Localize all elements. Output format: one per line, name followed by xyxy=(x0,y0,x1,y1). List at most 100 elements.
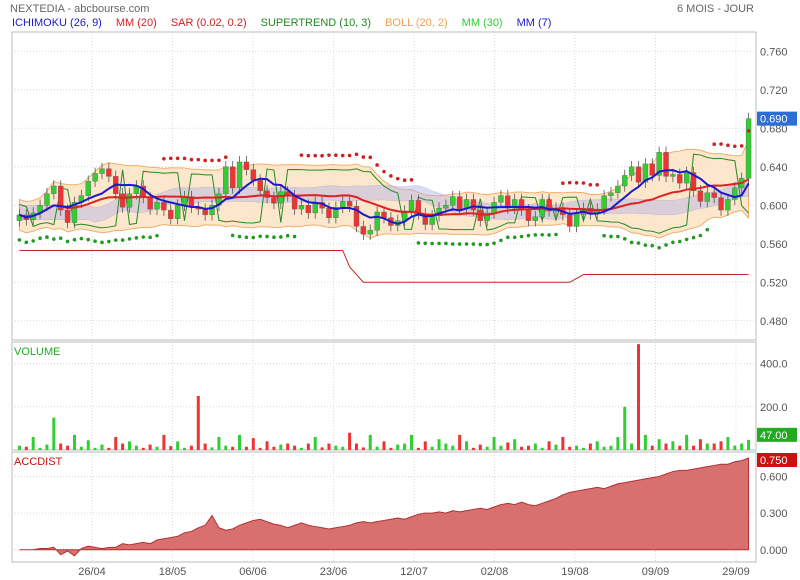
candle-body xyxy=(257,180,263,192)
sar-dot xyxy=(691,235,696,240)
volume-bar xyxy=(52,417,56,450)
sar-dot xyxy=(677,239,682,244)
sar-dot xyxy=(389,174,393,178)
sar-dot xyxy=(244,235,249,240)
volume-bar xyxy=(121,443,125,450)
candle-body xyxy=(450,196,456,206)
sar-dot xyxy=(506,235,510,240)
volume-bar xyxy=(93,447,97,450)
volume-bar xyxy=(630,443,634,450)
sar-dot xyxy=(423,241,428,246)
volume-bar xyxy=(719,441,723,450)
candle-body xyxy=(649,163,655,176)
volume-bar xyxy=(368,434,372,450)
candle-body xyxy=(271,197,277,204)
candle-body xyxy=(670,174,676,177)
volume-bar xyxy=(231,446,235,450)
sar-dot xyxy=(203,158,207,163)
sar-dot xyxy=(265,234,269,239)
volume-bar xyxy=(155,446,159,450)
sar-dot xyxy=(382,169,386,174)
volume-bar xyxy=(265,441,269,450)
sar-dot xyxy=(540,232,545,237)
volume-bar xyxy=(24,446,28,450)
sar-dot xyxy=(499,238,503,243)
price-y-tick-label: 0.520 xyxy=(760,277,788,289)
volume-bar xyxy=(637,344,641,450)
candle-body xyxy=(168,209,174,219)
price-y-tick-label: 0.560 xyxy=(760,239,788,251)
volume-bar xyxy=(189,445,193,450)
sar-dot xyxy=(395,176,400,181)
volume-bar xyxy=(375,446,379,450)
sar-dot xyxy=(561,181,565,186)
sar-dot xyxy=(609,234,613,239)
volume-bar xyxy=(416,447,420,450)
candle-body xyxy=(367,230,373,235)
candle-body xyxy=(229,166,236,189)
sar-dot xyxy=(375,163,379,167)
candle-body xyxy=(697,190,704,202)
volume-bar xyxy=(279,444,283,450)
candle-body xyxy=(608,192,614,196)
sar-dot xyxy=(38,236,42,241)
sar-dot xyxy=(299,153,304,157)
volume-bar xyxy=(623,406,627,450)
volume-bar xyxy=(162,434,166,450)
candle-body xyxy=(243,161,250,170)
candle-body xyxy=(601,195,607,210)
sar-dot xyxy=(457,242,462,246)
candle-body xyxy=(360,226,367,235)
sar-dot xyxy=(354,152,359,157)
sar-dot xyxy=(636,241,641,245)
volume-bar xyxy=(31,437,35,450)
volume-bar xyxy=(444,443,448,450)
volume-bar xyxy=(568,446,572,450)
accdist-y-tick-label: 0.300 xyxy=(760,508,788,520)
sar-dot xyxy=(643,243,648,247)
x-tick-label: 26/04 xyxy=(78,566,106,578)
volume-bar xyxy=(100,444,104,450)
sar-dot xyxy=(285,233,290,238)
sar-dot xyxy=(471,242,476,246)
candle-body xyxy=(147,197,153,210)
sar-dot xyxy=(72,237,77,242)
candle-body xyxy=(85,180,91,196)
volume-bar xyxy=(272,446,276,450)
sar-dot xyxy=(567,180,572,185)
sar-dot xyxy=(478,242,483,247)
volume-bar xyxy=(465,441,469,450)
volume-bar xyxy=(72,434,76,450)
volume-bar xyxy=(726,437,730,450)
sar-dot xyxy=(148,235,152,240)
x-tick-label: 02/08 xyxy=(481,566,509,578)
volume-bar xyxy=(705,443,709,450)
volume-bar xyxy=(66,445,70,450)
sar-dot xyxy=(210,158,214,163)
sar-dot xyxy=(602,233,606,238)
sar-dot xyxy=(533,233,538,237)
sar-dot xyxy=(746,128,751,133)
sar-dot xyxy=(52,237,56,241)
sar-dot xyxy=(595,183,600,187)
accdist-y-tick-label: 0.000 xyxy=(760,545,788,557)
volume-bar xyxy=(403,443,407,450)
sar-dot xyxy=(196,157,201,162)
sar-dot xyxy=(650,243,655,248)
volume-bar xyxy=(396,444,400,450)
sar-dot xyxy=(24,240,29,245)
volume-bar xyxy=(127,441,131,450)
volume-bar xyxy=(176,441,180,450)
sar-dot xyxy=(361,155,366,159)
volume-bar xyxy=(664,443,668,450)
sar-dot xyxy=(320,153,324,158)
sar-dot xyxy=(437,241,441,246)
candle-body xyxy=(223,166,229,194)
volume-bar xyxy=(609,445,613,450)
sar-dot xyxy=(712,142,716,146)
sar-dot xyxy=(547,233,551,237)
candle-body xyxy=(615,185,621,193)
x-tick-label: 06/06 xyxy=(239,566,267,578)
candle-body xyxy=(704,192,710,202)
sar-dot xyxy=(698,233,703,238)
